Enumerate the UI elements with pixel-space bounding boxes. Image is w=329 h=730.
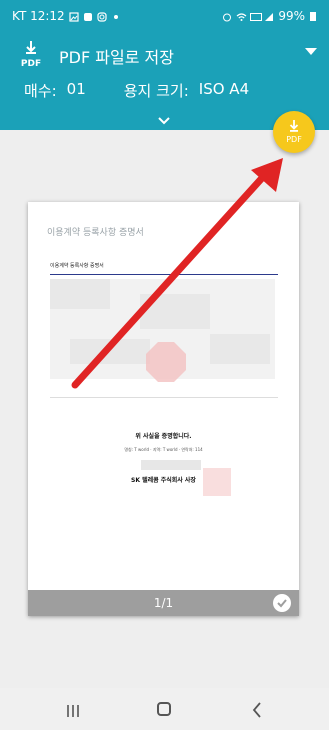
save-pdf-label: PDF [286, 135, 302, 144]
issuer-info: 명칭: T world · 지역: T world · 연락처: 114 [124, 447, 203, 452]
doc-subheading: 이용계약 등록사항 증명서 [50, 263, 104, 269]
page-indicator: 1/1 [153, 596, 174, 610]
status-time: KT 12:12 [12, 9, 65, 23]
instagram-notification-icon [97, 11, 107, 22]
pdf-icon-text: PDF [21, 59, 41, 69]
certify-text: 위 사실을 증명합니다. [135, 433, 192, 440]
home-icon[interactable] [157, 702, 171, 716]
dot-notification-icon [111, 11, 121, 21]
company-name: SK 텔레콤 주식회사 사장 [131, 477, 196, 484]
lte-icon [250, 11, 263, 21]
save-pdf-button[interactable]: PDF [273, 111, 315, 153]
signal-icon [264, 11, 274, 21]
status-bar: KT 12:12 99% [0, 0, 329, 30]
blurred-name [141, 460, 201, 470]
copies-value[interactable]: 01 [67, 80, 86, 101]
expand-options-icon[interactable] [158, 110, 170, 125]
android-nav-bar [0, 688, 329, 730]
pdf-download-icon: PDF [18, 40, 44, 70]
wifi-icon [236, 11, 247, 21]
doc-heading: 이용계약 등록사항 증명서 [47, 228, 144, 238]
page-bar: 1/1 [28, 590, 299, 616]
page-preview[interactable]: 이용계약 등록사항 증명서 이용계약 등록사항 증명서 위 사실을 증명합니다.… [28, 202, 299, 616]
copies-label: 매수: [24, 82, 57, 100]
doc-rule-2 [50, 397, 278, 398]
doc-rule [50, 274, 278, 275]
company-stamp [203, 468, 231, 496]
printer-dropdown-icon[interactable] [305, 48, 317, 55]
watermark-logo [146, 342, 186, 382]
back-icon[interactable] [252, 702, 262, 718]
battery-level: 99% [278, 9, 305, 23]
paper-size-value[interactable]: ISO A4 [199, 80, 249, 101]
alarm-icon [222, 11, 232, 22]
check-icon [277, 599, 287, 608]
gallery-notification-icon [69, 11, 79, 22]
battery-icon [309, 11, 319, 21]
paper-size-label: 용지 크기: [123, 82, 189, 100]
printer-title[interactable]: PDF 파일로 저장 [59, 44, 174, 68]
page-select-checkbox[interactable] [273, 594, 291, 612]
messenger-notification-icon [83, 11, 93, 21]
recent-apps-icon[interactable] [66, 703, 80, 717]
download-icon [289, 120, 299, 132]
